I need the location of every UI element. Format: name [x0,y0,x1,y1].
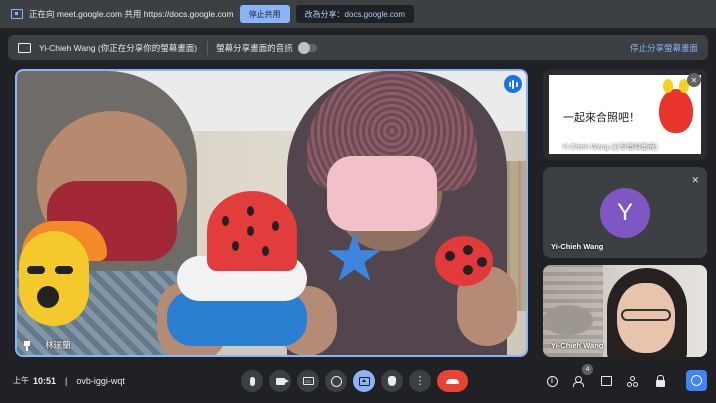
present-button[interactable] [353,370,375,392]
activities-icon [627,375,639,387]
camera-icon [275,377,289,385]
host-controls-button[interactable] [649,370,671,392]
pin-icon[interactable] [23,340,31,351]
mic-icon [249,376,255,386]
main-video-tile[interactable]: 林瑞蘭 [15,69,528,357]
presentation-tile[interactable]: 一起來合照吧！ ✕ Yi-Chieh Wang (分享螢幕畫面) [543,69,707,160]
meeting-details-button[interactable]: i [541,370,563,392]
video-background-fan [543,305,593,335]
share-message: 正在向 meet.google.com 共用 https://docs.goog… [29,9,234,19]
main-tile-caption: 林瑞蘭 [23,339,71,351]
camera-button[interactable] [269,370,291,392]
slide-text: 一起來合照吧！ [563,111,640,124]
face-mask [327,156,437,231]
clay-eye [27,266,45,274]
emoji-button[interactable] [325,370,347,392]
clock-app-icon [691,375,702,386]
mic-off-icon: ✕ [687,73,701,87]
emoji-icon [330,375,342,387]
switch-share-button[interactable]: 改為分享：docs.google.com [295,5,415,23]
info-icon: i [546,375,558,387]
stop-sharing-button[interactable]: 停止共用 [239,5,290,23]
clay-dot [463,265,473,275]
participant-name: 林瑞蘭 [45,340,71,350]
mic-off-icon: ✕ [691,175,699,185]
clay-dot [445,251,455,261]
host-controls-icon [655,374,665,387]
meeting-info: 上午 10:51 | ovb-iggi-wqt [13,375,125,386]
clay-seed [222,216,229,226]
meeting-time: 10:51 [33,375,57,386]
share-notification-bar: 正在向 meet.google.com 共用 https://docs.goog… [0,0,716,28]
screen-share-icon [11,9,23,19]
share-audio-label: 螢幕分享畫面的音訊 [216,42,293,53]
self-video-tile[interactable]: Yi-Chieh Wang [543,265,707,357]
more-options-button[interactable]: ⋮ [409,370,431,392]
clay-mouth [37,286,59,308]
share-audio-toggle[interactable] [297,41,317,54]
captions-button[interactable]: CC [297,370,319,392]
end-call-icon [446,378,459,384]
divider: | [65,375,68,386]
clay-seed [247,226,254,236]
clay-dot [477,257,487,267]
glasses [621,309,671,321]
clay-seed [247,206,254,216]
present-icon [358,376,370,386]
speaking-indicator-icon [504,75,522,93]
clay-seed [232,241,239,251]
participant-name: Yi-Chieh Wang [551,242,604,251]
time-period: 上午 [13,376,29,385]
presenting-bar: Yi-Chieh Wang (你正在分享你的螢幕畫面) 螢幕分享畫面的音訊 停止… [8,35,708,60]
end-call-button[interactable] [437,370,468,392]
presentation-caption-text: Yi-Chieh Wang (分享螢幕畫面) [562,144,658,151]
activities-button[interactable] [622,370,644,392]
slide-flower-image [659,79,693,133]
mic-button[interactable] [241,370,263,392]
participant-name: Yi-Chieh Wang [551,341,604,350]
clay-dot [463,245,473,255]
meeting-code: ovb-iggi-wqt [76,375,125,386]
present-screen-icon [18,42,31,53]
people-count-badge: 4 [582,364,593,375]
presenting-title: Yi-Chieh Wang (你正在分享你的螢幕畫面) [39,42,198,53]
clock-app-button[interactable] [686,370,707,391]
clay-seed [262,246,269,256]
captions-icon: CC [302,377,314,385]
clay-seed [272,221,279,231]
divider [207,40,209,55]
clay-eye [55,266,73,274]
raise-hand-button[interactable] [381,370,403,392]
screen-share-icon [551,144,559,150]
chat-icon [600,376,612,386]
bottom-control-bar: 上午 10:51 | ovb-iggi-wqt CC ⋮ i [0,362,716,403]
more-options-icon: ⋮ [414,374,426,387]
call-controls: CC ⋮ [241,370,468,392]
people-icon [573,376,585,387]
raise-hand-icon [388,376,396,386]
chat-button[interactable] [595,370,617,392]
presentation-caption: Yi-Chieh Wang (分享螢幕畫面) [551,142,657,152]
avatar: Y [600,188,650,238]
participant-tile[interactable]: Y ✕ Yi-Chieh Wang [543,167,707,258]
stop-presenting-link[interactable]: 停止分享螢幕畫面 [630,42,698,54]
clay-figure [19,231,89,326]
